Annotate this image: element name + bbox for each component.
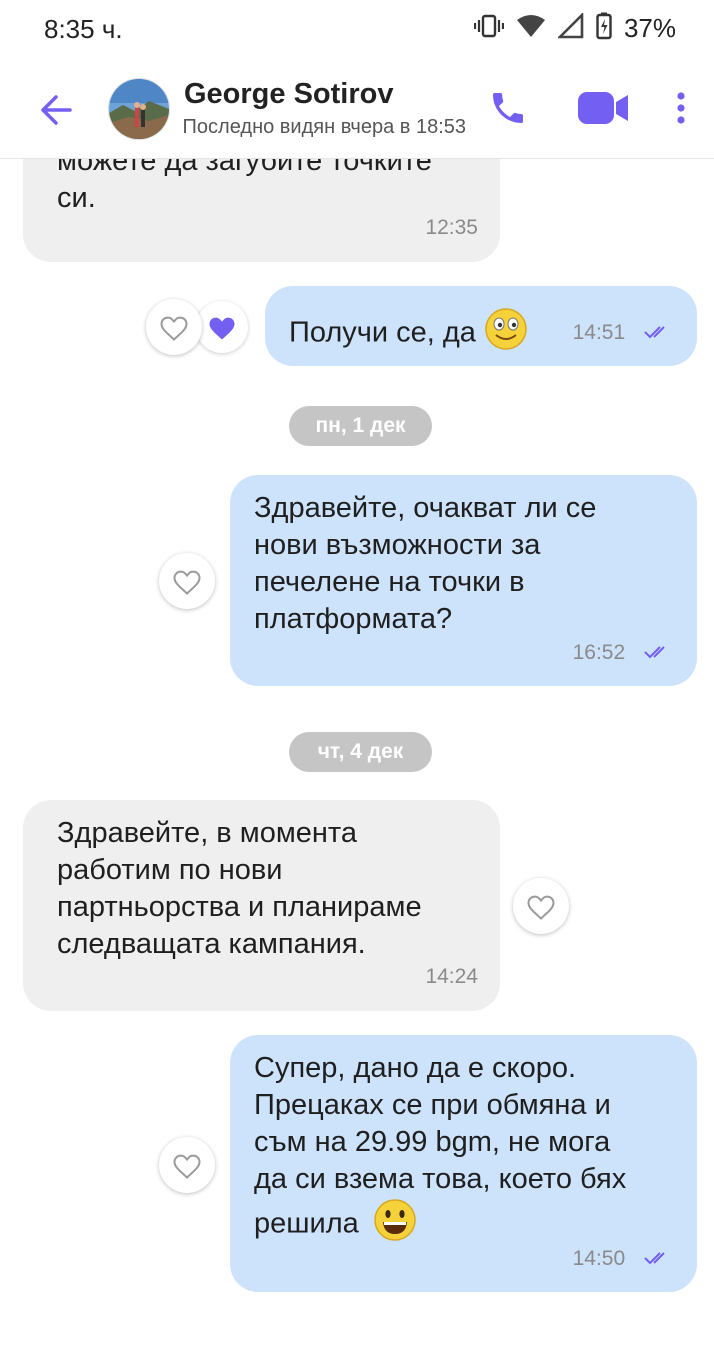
video-call-icon[interactable] [576, 88, 630, 133]
message-bubble-outgoing[interactable]: Получи се, да 14:51 [265, 286, 697, 366]
message-list[interactable]: можете да загубите точките си. 12:35 Пол… [0, 159, 714, 1357]
signal-icon [556, 11, 584, 44]
message-meta: 16:52 [573, 634, 673, 672]
like-heart-icon[interactable] [146, 299, 202, 355]
message-meta: 14:50 [573, 1240, 673, 1278]
status-bar: 8:35 ч. 37% [0, 0, 714, 60]
message-bubble-outgoing[interactable]: Супер, дано да е скоро. Прецаках се при … [230, 1035, 697, 1292]
battery-charging-icon [596, 12, 612, 45]
status-icons: 37% [473, 11, 676, 45]
like-reaction-filled-icon[interactable] [196, 301, 248, 353]
message-meta: 14:51 [573, 314, 673, 352]
slightly-smiling-face-icon [484, 307, 528, 361]
date-separator: чт, 4 дек [289, 732, 432, 772]
chat-header: George Sotirov Последно видян вчера в 18… [0, 62, 714, 159]
battery-percent: 37% [623, 13, 676, 43]
like-heart-icon[interactable] [159, 1137, 215, 1193]
message-bubble-incoming[interactable]: можете да загубите точките си. 12:35 [23, 159, 500, 262]
grinning-face-icon [373, 1198, 417, 1252]
message-time: 14:51 [572, 321, 626, 344]
message-text: Здравейте, очакват ли се нови възможност… [254, 492, 597, 635]
avatar[interactable] [108, 78, 170, 140]
message-text: Здравейте, в момента работим по нови пар… [57, 817, 422, 960]
message-time: 14:50 [572, 1247, 626, 1271]
read-ticks-icon [643, 1241, 673, 1278]
like-heart-icon[interactable] [159, 553, 215, 609]
last-seen-status: Последно видян вчера в 18:53 [184, 116, 466, 139]
message-time: 14:24 [425, 965, 478, 988]
like-heart-icon[interactable] [513, 878, 569, 934]
message-time: 12:35 [425, 216, 478, 239]
last-seen-text: Последно видян вчера в 18:53 [184, 116, 466, 138]
message-text: Получи се, да [289, 316, 476, 349]
read-ticks-icon [643, 315, 673, 352]
message-bubble-incoming[interactable]: Здравейте, в момента работим по нови пар… [23, 800, 500, 1011]
voice-call-icon[interactable] [488, 88, 528, 133]
more-options-icon[interactable] [674, 90, 688, 135]
contact-name[interactable]: George Sotirov [184, 78, 394, 111]
message-time: 16:52 [572, 641, 626, 665]
message-text: можете да загубите точките си. [57, 159, 432, 214]
status-time: 8:35 ч. [44, 14, 123, 44]
date-separator: пн, 1 дек [289, 406, 432, 446]
wifi-icon [516, 14, 546, 43]
read-ticks-icon [643, 635, 673, 672]
message-text: Супер, дано да е скоро. Прецаках се при … [254, 1052, 627, 1240]
vibrate-icon [473, 13, 505, 44]
back-arrow-icon[interactable] [36, 90, 76, 130]
message-bubble-outgoing[interactable]: Здравейте, очакват ли се нови възможност… [230, 475, 697, 686]
